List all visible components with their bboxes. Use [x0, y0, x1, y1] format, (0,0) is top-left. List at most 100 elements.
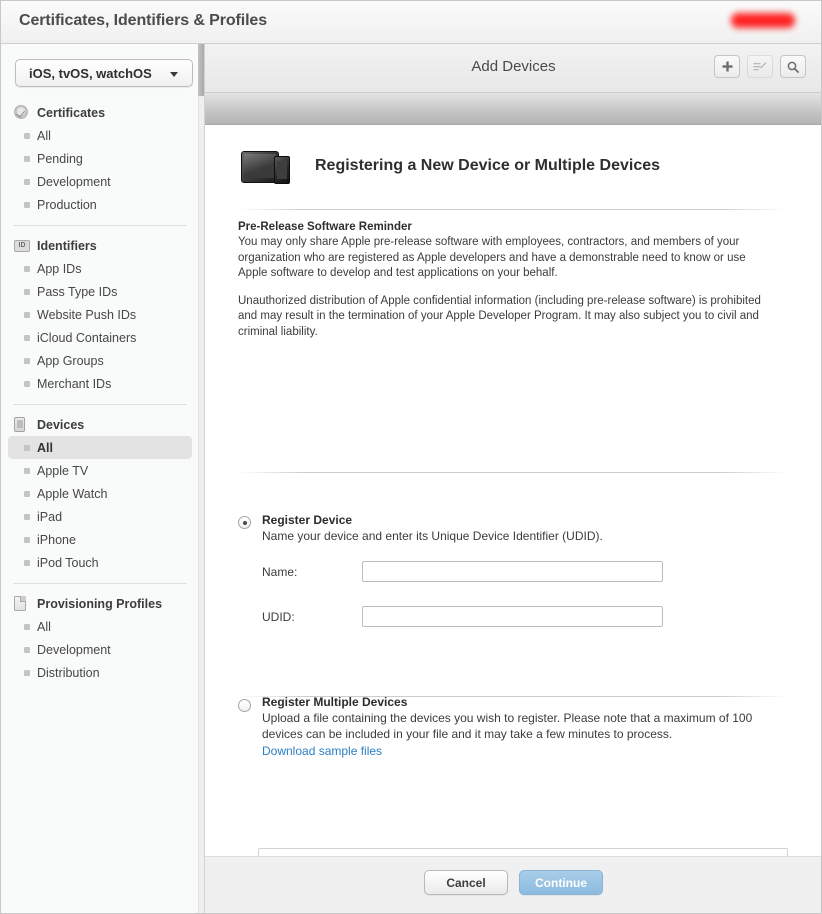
sidebar: iOS, tvOS, watchOS Certificates All Pend…	[1, 44, 205, 914]
sidebar-item-certificates-production[interactable]: Production	[8, 193, 192, 216]
sidebar-item-profiles-distribution[interactable]: Distribution	[8, 661, 192, 684]
sidebar-item-label: All	[37, 620, 51, 634]
edit-button[interactable]	[747, 55, 773, 78]
sidebar-item-apple-watch[interactable]: Apple Watch	[8, 482, 192, 505]
cancel-button[interactable]: Cancel	[424, 870, 508, 895]
pre-release-reminder: Pre-Release Software Reminder You may on…	[238, 221, 773, 352]
phone-icon	[274, 156, 290, 184]
sidebar-item-profiles-all[interactable]: All	[8, 615, 192, 638]
device-icon	[14, 417, 25, 432]
hero: Registering a New Device or Multiple Dev…	[238, 143, 660, 189]
sidebar-item-label: Distribution	[37, 666, 100, 680]
bullet-icon	[24, 312, 30, 318]
sidebar-item-ipad[interactable]: iPad	[8, 505, 192, 528]
plus-icon	[722, 61, 733, 72]
sidebar-item-app-groups[interactable]: App Groups	[8, 349, 192, 372]
bullet-icon	[24, 491, 30, 497]
divider	[13, 225, 187, 226]
sidebar-header-provisioning-profiles[interactable]: Provisioning Profiles	[1, 593, 199, 615]
sidebar-scrollbar-thumb[interactable]	[198, 44, 204, 96]
toolbar-gradient-band	[205, 93, 822, 125]
chevron-down-icon	[170, 72, 178, 77]
sidebar-item-certificates-all[interactable]: All	[8, 124, 192, 147]
udid-field-label: UDID:	[262, 610, 362, 624]
bullet-icon	[24, 445, 30, 451]
bullet-icon	[24, 179, 30, 185]
bullet-icon	[24, 514, 30, 520]
reminder-paragraph-2: Unauthorized distribution of Apple confi…	[238, 294, 773, 341]
download-sample-files-link[interactable]: Download sample files	[238, 744, 382, 758]
sidebar-item-label: iCloud Containers	[37, 331, 136, 345]
sidebar-item-app-ids[interactable]: App IDs	[8, 257, 192, 280]
sidebar-item-merchant-ids[interactable]: Merchant IDs	[8, 372, 192, 395]
search-icon	[787, 61, 799, 73]
name-field-row: Name:	[262, 561, 663, 582]
divider	[13, 583, 187, 584]
page-title: Certificates, Identifiers & Profiles	[19, 12, 267, 30]
nav-group-identifiers: ID Identifiers App IDs Pass Type IDs Web…	[1, 235, 199, 395]
sidebar-item-label: iPad	[37, 510, 62, 524]
sidebar-item-label: Pass Type IDs	[37, 285, 117, 299]
footer-bar: Cancel Continue	[205, 856, 822, 913]
bullet-icon	[24, 647, 30, 653]
platform-select[interactable]: iOS, tvOS, watchOS	[15, 59, 193, 87]
sidebar-item-label: All	[37, 129, 51, 143]
sidebar-header-identifiers[interactable]: ID Identifiers	[1, 235, 199, 257]
sidebar-header-label: Devices	[37, 418, 84, 432]
sidebar-item-label: Production	[37, 198, 97, 212]
footer-buttons: Cancel Continue	[205, 870, 822, 895]
add-button[interactable]	[714, 55, 740, 78]
divider	[238, 209, 788, 210]
sidebar-item-devices-all[interactable]: All	[8, 436, 192, 459]
toolbar-buttons	[714, 55, 806, 78]
bullet-icon	[24, 358, 30, 364]
content-area: Registering a New Device or Multiple Dev…	[205, 125, 822, 899]
nav-group-certificates: Certificates All Pending Development Pro…	[1, 102, 199, 216]
bullet-icon	[24, 670, 30, 676]
hero-title: Registering a New Device or Multiple Dev…	[315, 157, 660, 175]
nav-group-provisioning-profiles: Provisioning Profiles All Development Di…	[1, 593, 199, 684]
redacted-account-label	[731, 13, 795, 28]
bullet-icon	[24, 381, 30, 387]
sidebar-item-label: All	[37, 441, 53, 455]
sidebar-item-website-push-ids[interactable]: Website Push IDs	[8, 303, 192, 326]
sidebar-header-label: Identifiers	[37, 239, 97, 253]
sidebar-item-certificates-development[interactable]: Development	[8, 170, 192, 193]
sidebar-item-label: Apple Watch	[37, 487, 107, 501]
register-device-section: Register Device Name your device and ent…	[238, 513, 668, 544]
search-button[interactable]	[780, 55, 806, 78]
register-device-description: Name your device and enter its Unique De…	[238, 528, 668, 544]
sidebar-header-devices[interactable]: Devices	[1, 414, 199, 436]
sidebar-item-ipod-touch[interactable]: iPod Touch	[8, 551, 192, 574]
sidebar-item-profiles-development[interactable]: Development	[8, 638, 192, 661]
bullet-icon	[24, 266, 30, 272]
bullet-icon	[24, 289, 30, 295]
register-device-label: Register Device	[238, 513, 668, 527]
sidebar-item-label: Merchant IDs	[37, 377, 111, 391]
certificate-seal-icon	[14, 105, 28, 119]
sidebar-nav: Certificates All Pending Development Pro…	[1, 102, 199, 684]
continue-button[interactable]: Continue	[519, 870, 603, 895]
sidebar-item-pass-type-ids[interactable]: Pass Type IDs	[8, 280, 192, 303]
register-multiple-description: Upload a file containing the devices you…	[238, 710, 778, 742]
udid-input[interactable]	[362, 606, 663, 627]
app-window: Certificates, Identifiers & Profiles iOS…	[0, 0, 822, 914]
sidebar-scrollbar[interactable]	[198, 44, 204, 914]
name-input[interactable]	[362, 561, 663, 582]
sidebar-item-label: Pending	[37, 152, 83, 166]
pencil-edit-icon	[753, 61, 767, 73]
register-device-radio[interactable]	[238, 516, 251, 529]
bullet-icon	[24, 468, 30, 474]
bullet-icon	[24, 156, 30, 162]
sidebar-item-label: Development	[37, 643, 111, 657]
sidebar-item-certificates-pending[interactable]: Pending	[8, 147, 192, 170]
reminder-title: Pre-Release Software Reminder	[238, 221, 773, 233]
sidebar-header-certificates[interactable]: Certificates	[1, 102, 199, 124]
sidebar-header-label: Provisioning Profiles	[37, 597, 162, 611]
sidebar-item-apple-tv[interactable]: Apple TV	[8, 459, 192, 482]
bullet-icon	[24, 537, 30, 543]
sidebar-item-label: App Groups	[37, 354, 104, 368]
register-multiple-radio[interactable]	[238, 699, 251, 712]
sidebar-item-iphone[interactable]: iPhone	[8, 528, 192, 551]
sidebar-item-icloud-containers[interactable]: iCloud Containers	[8, 326, 192, 349]
